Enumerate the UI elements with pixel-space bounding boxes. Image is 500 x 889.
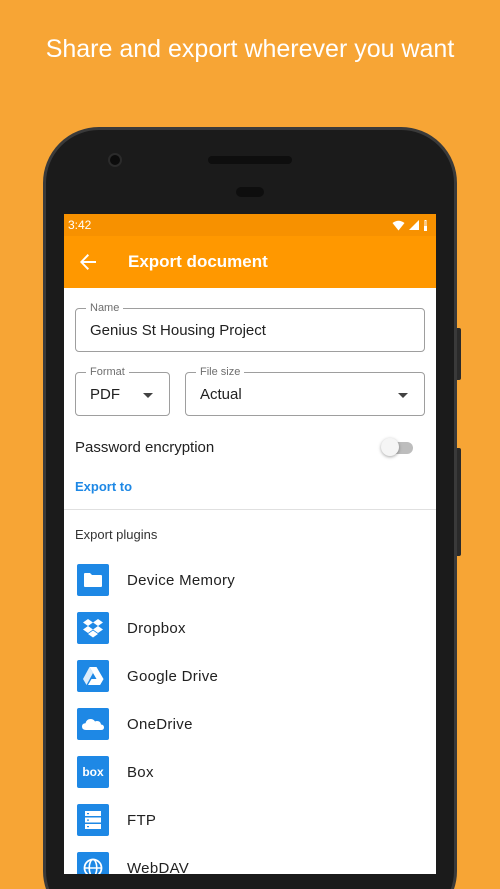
plugin-label: Dropbox [127,619,186,637]
status-bar: 3:42 [64,214,436,236]
plugin-label: WebDAV [127,859,190,875]
format-size-row: Format PDF File size Actual [75,366,425,416]
back-button[interactable] [66,236,110,288]
status-time: 3:42 [68,218,92,232]
name-field-value: Genius St Housing Project [90,322,266,339]
ftp-icon [77,804,109,836]
box-icon: box [77,756,109,788]
plugin-dropbox[interactable]: Dropbox [64,604,436,652]
file-size-select-value: Actual [200,386,242,403]
onedrive-icon [77,708,109,740]
export-plugins-title: Export plugins [75,527,158,542]
format-select-value: PDF [90,386,120,403]
folder-icon [77,564,109,596]
export-to-label: Export to [75,479,133,494]
arrow-back-icon [80,254,96,270]
format-select-label: Format [86,366,129,379]
plugin-label: OneDrive [127,715,193,733]
plugin-device-memory[interactable]: Device Memory [64,556,436,604]
name-field-label: Name [86,302,124,315]
battery-icon [424,219,427,231]
name-field[interactable]: Name Genius St Housing Project [75,302,425,352]
headline: Share and export wherever you want [45,35,455,63]
password-encryption-label: Password encryption [75,438,215,456]
signal-icon [409,220,419,230]
earpiece-speaker [208,156,292,164]
password-encryption-toggle[interactable] [381,436,415,458]
dropdown-arrow-icon [398,393,408,398]
divider [64,509,436,510]
app-screen: 3:42 Export document Name Genius St Hous… [64,214,436,874]
wifi-icon [392,220,405,230]
toggle-thumb [381,438,399,456]
format-select[interactable]: Format PDF [75,366,170,416]
plugin-onedrive[interactable]: OneDrive [64,700,436,748]
file-size-select-label: File size [196,366,245,379]
front-camera [108,153,122,167]
plugin-box[interactable]: box Box [64,748,436,796]
app-bar: Export document [64,236,436,288]
plugin-webdav[interactable]: WebDAV [64,844,436,874]
password-encryption-row: Password encryption [75,435,425,459]
sensor [236,187,264,197]
dropdown-arrow-icon [143,393,153,398]
file-size-select[interactable]: File size Actual [185,366,425,416]
app-bar-title: Export document [128,252,268,271]
export-form: Name Genius St Housing Project Format PD… [64,302,436,497]
plugin-label: Google Drive [127,667,219,685]
plugin-label: Box [127,763,154,781]
plugin-ftp[interactable]: FTP [64,796,436,844]
dropbox-icon [77,612,109,644]
plugin-google-drive[interactable]: Google Drive [64,652,436,700]
plugin-label: FTP [127,811,157,829]
google-drive-icon [77,660,109,692]
status-icons [392,219,432,231]
plugin-label: Device Memory [127,571,236,589]
plugin-list: Device Memory Dropbox Google Drive OneDr… [64,556,436,874]
webdav-icon [77,852,109,874]
